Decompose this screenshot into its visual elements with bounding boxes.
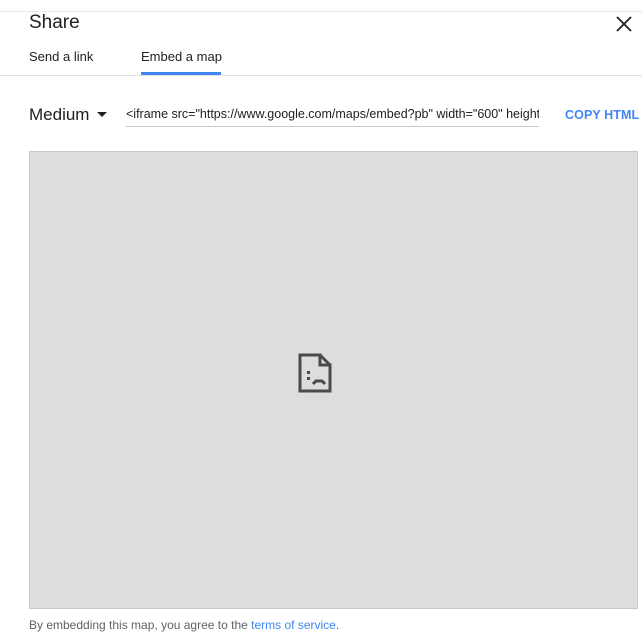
copy-html-button[interactable]: COPY HTML xyxy=(565,107,639,123)
terms-footer-end: . xyxy=(335,618,340,632)
terms-footer: By embedding this map, you agree to the … xyxy=(29,617,339,633)
map-preview-frame xyxy=(29,151,638,609)
embed-code-field[interactable]: <iframe src="https://www.google.com/maps… xyxy=(126,103,539,127)
tabs-divider xyxy=(0,75,642,76)
tab-embed-a-map[interactable]: Embed a map xyxy=(141,49,222,65)
map-size-dropdown[interactable]: Medium xyxy=(29,104,108,126)
dialog-top-border xyxy=(0,11,642,12)
close-icon xyxy=(616,16,632,32)
dialog-title: Share xyxy=(29,12,80,33)
terms-of-service-link[interactable]: terms of service xyxy=(251,618,336,632)
terms-footer-text: By embedding this map, you agree to the xyxy=(29,618,252,632)
broken-page-icon xyxy=(298,353,332,393)
map-size-label: Medium xyxy=(29,105,90,124)
tab-send-a-link[interactable]: Send a link xyxy=(29,49,93,65)
caret-down-icon xyxy=(97,112,108,118)
close-button[interactable] xyxy=(614,14,634,34)
